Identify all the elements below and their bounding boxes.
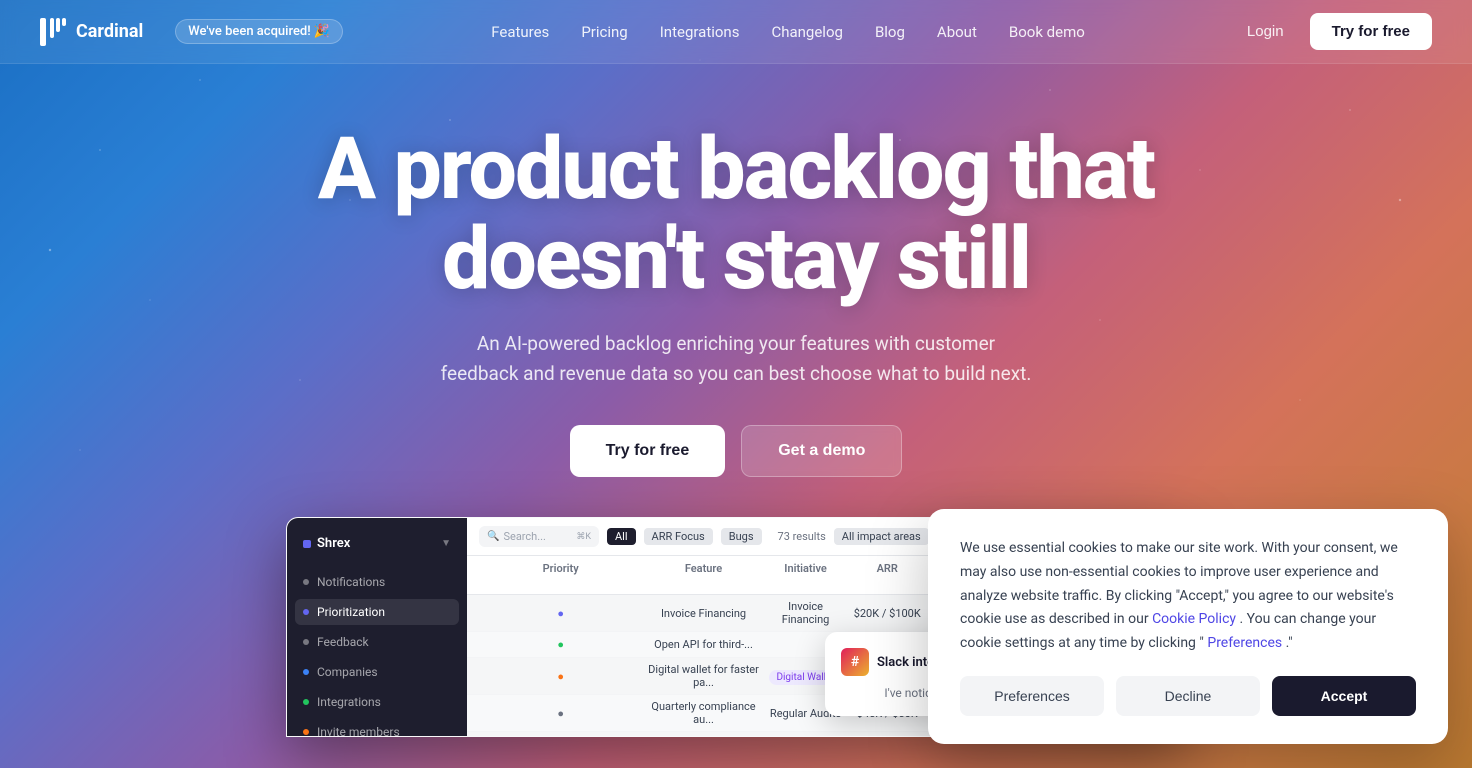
sidebar-item-integrations[interactable]: Integrations (295, 689, 459, 715)
nav-about[interactable]: About (923, 15, 991, 49)
acquisition-badge[interactable]: We've been acquired! 🎉 (175, 19, 343, 44)
login-button[interactable]: Login (1233, 15, 1298, 48)
sidebar-item-prioritization[interactable]: Prioritization (295, 599, 459, 625)
accept-button[interactable]: Accept (1272, 676, 1416, 716)
sidebar-header: Shrex ▼ (295, 530, 459, 557)
sidebar-item-companies[interactable]: Companies (295, 659, 459, 685)
filter-impact[interactable]: All impact areas (834, 528, 929, 545)
nav-integrations[interactable]: Integrations (646, 15, 754, 49)
search-icon: 🔍 (487, 531, 499, 542)
cookie-buttons: Preferences Decline Accept (960, 676, 1416, 716)
nav-pricing[interactable]: Pricing (567, 15, 641, 49)
slack-icon: # (841, 648, 869, 676)
nav-try-free-button[interactable]: Try for free (1310, 13, 1432, 50)
hero-subtitle: An AI-powered backlog enriching your fea… (436, 329, 1036, 390)
cookie-text: We use essential cookies to make our sit… (960, 537, 1416, 656)
sidebar-item-feedback[interactable]: Feedback (295, 629, 459, 655)
filter-bugs[interactable]: Bugs (721, 528, 762, 545)
logo-text: Cardinal (76, 21, 143, 42)
sidebar-item-notifications[interactable]: Notifications (295, 569, 459, 595)
nav-book-demo[interactable]: Book demo (995, 15, 1099, 49)
nav-changelog[interactable]: Changelog (757, 15, 856, 49)
sidebar-logo-icon (303, 540, 311, 548)
dashboard-sidebar: Shrex ▼ Notifications Prioritization Fee… (287, 518, 467, 736)
nav-links: Features Pricing Integrations Changelog … (477, 15, 1099, 49)
logo-icon (40, 18, 68, 46)
decline-button[interactable]: Decline (1116, 676, 1260, 716)
logo[interactable]: Cardinal (40, 18, 143, 46)
sidebar-dot-integrations (303, 699, 309, 705)
nav-features[interactable]: Features (477, 15, 563, 49)
sidebar-dot-companies (303, 669, 309, 675)
nav-blog[interactable]: Blog (861, 15, 919, 49)
results-count: 73 results (778, 530, 826, 543)
sidebar-item-invite[interactable]: Invite members (295, 719, 459, 737)
preferences-link-inline[interactable]: Preferences (1207, 635, 1282, 651)
cookie-policy-link[interactable]: Cookie Policy (1152, 611, 1236, 627)
filter-all[interactable]: All (607, 528, 636, 545)
sidebar-dot-notifications (303, 579, 309, 585)
nav-left: Cardinal We've been acquired! 🎉 (40, 18, 343, 46)
preferences-button[interactable]: Preferences (960, 676, 1104, 716)
sidebar-dot-invite (303, 729, 309, 735)
hero-demo-button[interactable]: Get a demo (741, 425, 902, 477)
nav-right: Login Try for free (1233, 13, 1432, 50)
hero-try-free-button[interactable]: Try for free (570, 425, 726, 477)
dashboard-search[interactable]: 🔍 Search... ⌘K (479, 526, 599, 547)
hero-title: A product backlog that doesn't stay stil… (318, 124, 1154, 305)
cookie-consent-dialog: We use essential cookies to make our sit… (928, 509, 1448, 744)
filter-arr-focus[interactable]: ARR Focus (644, 528, 713, 545)
navbar: Cardinal We've been acquired! 🎉 Features… (0, 0, 1472, 64)
sidebar-dot-feedback (303, 639, 309, 645)
sidebar-dot-prioritization (303, 609, 309, 615)
hero-cta-group: Try for free Get a demo (570, 425, 903, 477)
